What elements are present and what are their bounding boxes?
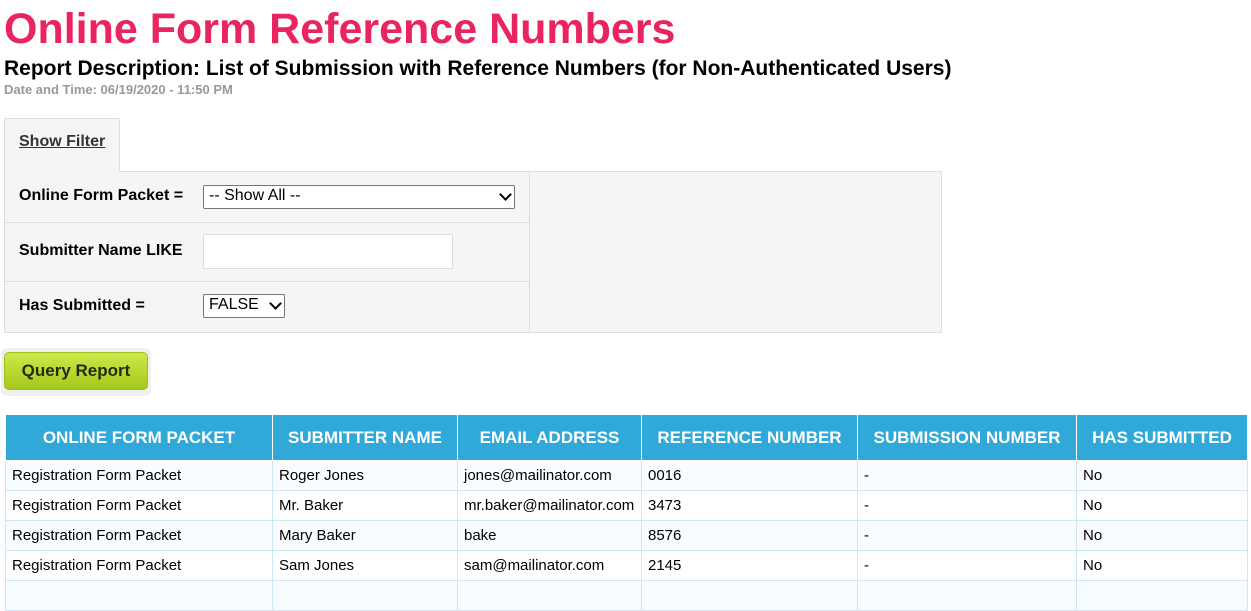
cell-packet	[5, 580, 273, 611]
has-submitted-select-value: FALSE	[209, 296, 259, 313]
show-filter-link[interactable]: Show Filter	[19, 133, 105, 151]
cell-has-submitted: No	[1076, 550, 1248, 581]
filter-panel: Online Form Packet = -- Show All -- Subm…	[4, 171, 942, 333]
packet-label: Online Form Packet =	[19, 187, 184, 204]
report-table: ONLINE FORM PACKET SUBMITTER NAME EMAIL …	[5, 414, 1248, 611]
cell-reference: 3473	[641, 490, 858, 521]
cell-reference: 0016	[641, 460, 858, 491]
cell-email: bake	[457, 520, 642, 551]
table-row	[5, 580, 1248, 611]
has-submitted-select[interactable]: FALSE	[203, 294, 285, 318]
cell-submission: -	[857, 460, 1077, 491]
column-header[interactable]: REFERENCE NUMBER	[641, 414, 858, 461]
column-header[interactable]: SUBMITTER NAME	[272, 414, 458, 461]
cell-packet: Registration Form Packet	[5, 550, 273, 581]
column-header[interactable]: EMAIL ADDRESS	[457, 414, 642, 461]
submitted-label: Has Submitted =	[19, 297, 145, 314]
report-description: Report Description: List of Submission w…	[4, 57, 952, 80]
column-header[interactable]: SUBMISSION NUMBER	[857, 414, 1077, 461]
cell-submission	[857, 580, 1077, 611]
cell-submission: -	[857, 490, 1077, 521]
query-report-button[interactable]: Query Report	[4, 352, 148, 390]
cell-submitter: Roger Jones	[272, 460, 458, 491]
cell-has-submitted	[1076, 580, 1248, 611]
cell-packet: Registration Form Packet	[5, 520, 273, 551]
packet-select-value: -- Show All --	[209, 187, 301, 204]
filter-tab: Show Filter	[4, 118, 120, 172]
cell-reference	[641, 580, 858, 611]
cell-submitter	[272, 580, 458, 611]
cell-packet: Registration Form Packet	[5, 490, 273, 521]
query-button-wrap: Query Report	[1, 348, 151, 396]
cell-has-submitted: No	[1076, 460, 1248, 491]
cell-packet: Registration Form Packet	[5, 460, 273, 491]
cell-submission: -	[857, 520, 1077, 551]
cell-email	[457, 580, 642, 611]
table-row: Registration Form Packet Mr. Baker mr.ba…	[5, 490, 1248, 521]
filter-row-submitted: Has Submitted = FALSE	[5, 282, 529, 332]
cell-reference: 2145	[641, 550, 858, 581]
cell-has-submitted: No	[1076, 520, 1248, 551]
chevron-down-icon	[499, 188, 512, 201]
cell-reference: 8576	[641, 520, 858, 551]
report-datetime: Date and Time: 06/19/2020 - 11:50 PM	[4, 82, 233, 97]
cell-email: mr.baker@mailinator.com	[457, 490, 642, 521]
cell-email: jones@mailinator.com	[457, 460, 642, 491]
table-header-row: ONLINE FORM PACKET SUBMITTER NAME EMAIL …	[5, 414, 1248, 461]
column-header[interactable]: HAS SUBMITTED	[1076, 414, 1248, 461]
cell-submission: -	[857, 550, 1077, 581]
submitter-name-input[interactable]	[203, 234, 453, 269]
cell-has-submitted: No	[1076, 490, 1248, 521]
page-title: Online Form Reference Numbers	[4, 5, 676, 53]
column-header[interactable]: ONLINE FORM PACKET	[5, 414, 273, 461]
packet-select[interactable]: -- Show All --	[203, 185, 515, 209]
filter-row-submitter: Submitter Name LIKE	[5, 222, 529, 282]
table-row: Registration Form Packet Roger Jones jon…	[5, 460, 1248, 491]
table-row: Registration Form Packet Sam Jones sam@m…	[5, 550, 1248, 581]
table-row: Registration Form Packet Mary Baker bake…	[5, 520, 1248, 551]
filter-rows: Online Form Packet = -- Show All -- Subm…	[5, 172, 530, 332]
submitter-label: Submitter Name LIKE	[19, 242, 183, 259]
cell-submitter: Sam Jones	[272, 550, 458, 581]
cell-submitter: Mr. Baker	[272, 490, 458, 521]
cell-email: sam@mailinator.com	[457, 550, 642, 581]
chevron-down-icon	[269, 297, 282, 310]
filter-row-packet: Online Form Packet = -- Show All --	[5, 172, 529, 223]
cell-submitter: Mary Baker	[272, 520, 458, 551]
